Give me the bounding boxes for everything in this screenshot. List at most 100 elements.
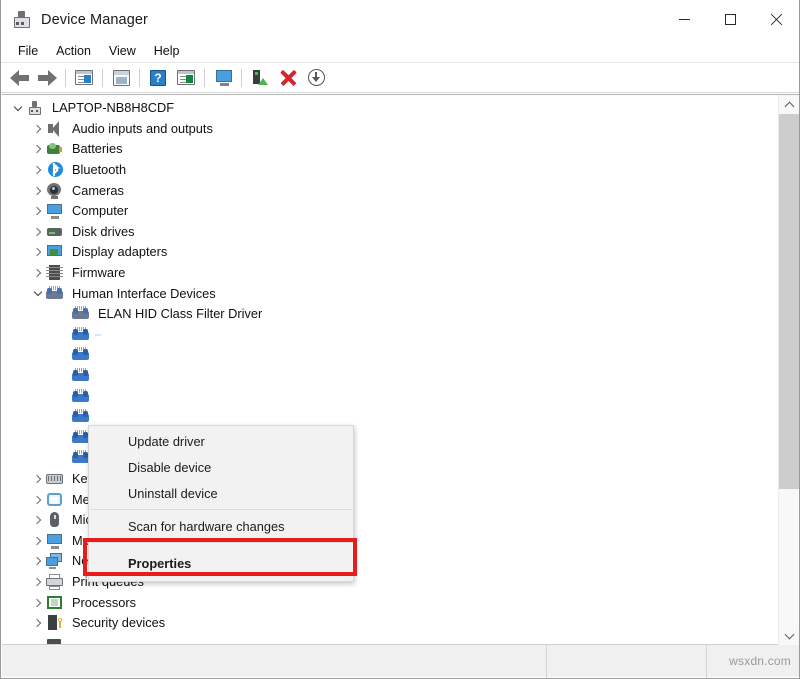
tree-item-batteries[interactable]: Batteries [2,139,778,160]
disk-drive-icon [46,224,63,240]
chevron-right-icon[interactable] [30,553,46,569]
tree-item-disk-drives[interactable]: Disk drives [2,222,778,243]
window-controls [661,0,799,39]
back-button[interactable] [5,65,33,91]
camera-icon [46,183,63,199]
tree-item-firmware[interactable]: Firmware [2,263,778,284]
tree-item-hid-device[interactable] [2,366,778,387]
chevron-right-icon[interactable] [30,574,46,590]
chevron-right-icon[interactable] [30,512,46,528]
properties-button[interactable] [107,65,135,91]
tree-item-label: Bluetooth [69,161,129,179]
chevron-right-icon[interactable] [30,595,46,611]
chevron-right-icon[interactable] [30,203,46,219]
chevron-right-icon[interactable] [30,162,46,178]
firmware-icon [46,265,63,281]
context-menu-separator [90,509,352,510]
tree-item-processors[interactable]: Processors [2,592,778,613]
tree-item-cameras[interactable]: Cameras [2,180,778,201]
status-bar: wsxdn.com [2,644,799,677]
chevron-right-icon[interactable] [30,533,46,549]
context-menu-item-disable-device[interactable]: Disable device [89,454,353,480]
tree-item-audio[interactable]: Audio inputs and outputs [2,119,778,140]
chevron-right-icon[interactable] [30,265,46,281]
tree-item-label: Disk drives [69,223,138,241]
tree-item-human-interface-devices[interactable]: Human Interface Devices [2,283,778,304]
forward-button[interactable] [33,65,61,91]
close-icon [770,14,782,26]
tree-item-label: Batteries [69,140,126,158]
chevron-right-icon[interactable] [30,244,46,260]
printer-icon [46,574,63,590]
chevron-right-icon[interactable] [30,141,46,157]
tree-item-bluetooth[interactable]: Bluetooth [2,160,778,181]
tree-item-elan-hid-class-filter-driver[interactable]: ELAN HID Class Filter Driver [2,304,778,325]
tree-item-computer[interactable]: Computer [2,201,778,222]
display-adapter-icon [46,244,63,260]
computer-root-icon [26,100,43,116]
title-bar: Device Manager [1,0,799,40]
computer-icon [46,203,63,219]
context-menu-separator [90,542,352,543]
uninstall-device-button[interactable] [274,65,302,91]
tree-item-security-devices[interactable]: Security devices [2,613,778,634]
menu-action[interactable]: Action [47,42,100,60]
show-hide-action-pane-button[interactable] [172,65,200,91]
chevron-right-icon[interactable] [30,183,46,199]
context-menu-item-properties[interactable]: Properties [89,546,353,580]
chevron-down-icon[interactable] [10,100,26,116]
chevron-right-icon[interactable] [30,615,46,631]
properties-icon [113,70,130,86]
show-hide-action-pane-icon [177,70,195,85]
hid-device-icon [72,306,89,322]
minimize-button[interactable] [661,0,707,39]
monitor-icon [46,533,63,549]
hid-device-icon [72,347,89,363]
tree-item-label: Processors [69,594,139,612]
maximize-button[interactable] [707,0,753,39]
close-button[interactable] [753,0,799,39]
context-menu-item-scan-for-hardware-changes[interactable]: Scan for hardware changes [89,513,353,539]
menu-view[interactable]: View [100,42,145,60]
context-menu-item-update-driver[interactable]: Update driver [89,428,353,454]
context-menu-item-uninstall-device[interactable]: Uninstall device [89,480,353,506]
chevron-right-icon[interactable] [30,224,46,240]
menu-file[interactable]: File [9,42,47,60]
vertical-scrollbar[interactable] [778,95,798,645]
window-title: Device Manager [41,12,148,28]
chevron-right-icon[interactable] [30,492,46,508]
help-button[interactable]: ? [144,65,172,91]
update-driver-button[interactable] [246,65,274,91]
scrollbar-thumb[interactable] [779,114,799,489]
scan-hardware-button[interactable] [209,65,237,91]
scroll-down-button[interactable] [779,626,799,645]
chevron-right-icon[interactable] [30,121,46,137]
update-driver-icon [252,70,268,86]
context-menu: Update driver Disable device Uninstall d… [88,425,354,582]
chevron-down-icon[interactable] [30,286,46,302]
maximize-icon [725,14,736,25]
disable-device-button[interactable] [302,65,330,91]
toolbar-separator [204,69,205,87]
back-icon [10,70,29,85]
scroll-up-button[interactable] [779,95,799,114]
security-device-icon [46,615,63,631]
tree-item-hid-device[interactable] [2,345,778,366]
chevron-right-icon[interactable] [30,471,46,487]
menu-help[interactable]: Help [145,42,189,60]
tree-item-label: Firmware [69,264,128,282]
tree-item-label: ELAN HID Class Filter Driver [95,305,265,323]
tree-item-label: Cameras [69,182,127,200]
tree-item-display-adapters[interactable]: Display adapters [2,242,778,263]
toolbar-separator [241,69,242,87]
tree-item-label: LAPTOP-NB8H8CDF [49,99,177,117]
hid-device-icon [72,430,89,446]
device-tree-pane: LAPTOP-NB8H8CDF Audio inputs and outputs… [2,94,799,645]
forward-icon [38,70,57,85]
show-hide-console-tree-button[interactable] [70,65,98,91]
tree-item-root[interactable]: LAPTOP-NB8H8CDF [2,98,778,119]
tree-item-hid-device[interactable] [2,325,778,346]
mouse-icon [46,512,63,528]
tree-item-hid-device[interactable] [2,386,778,407]
bluetooth-icon [46,162,63,178]
